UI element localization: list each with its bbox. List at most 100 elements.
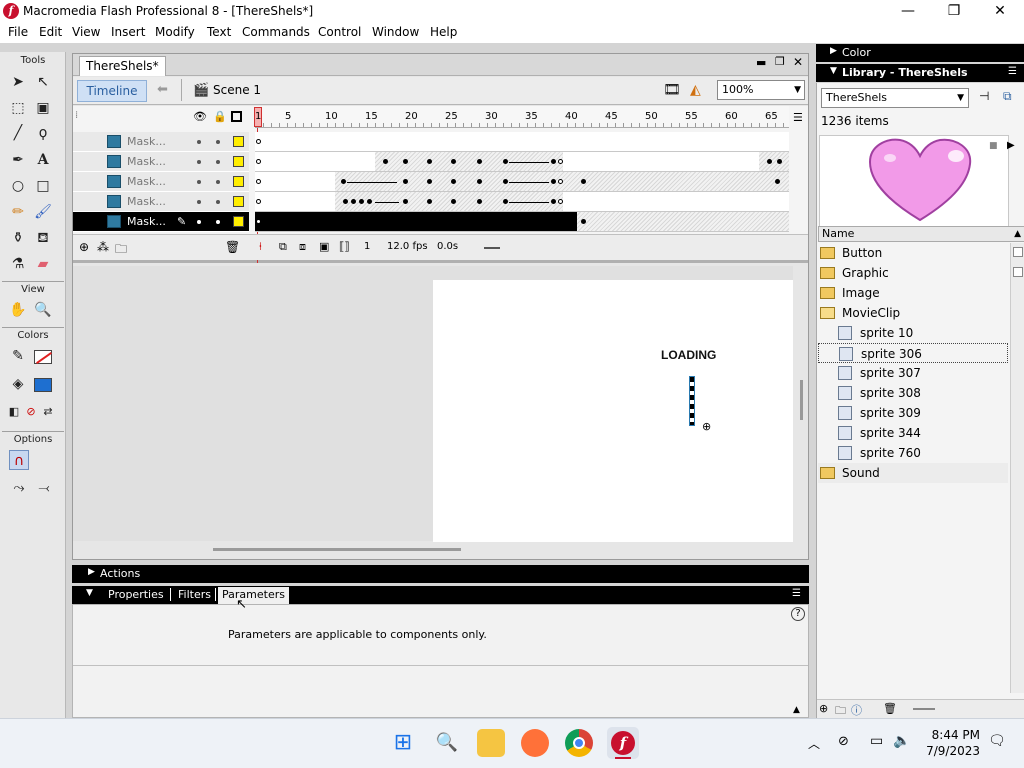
edit-multiple-frames-icon[interactable]: ▣	[319, 240, 329, 253]
eye-icon[interactable]: 👁	[193, 110, 207, 123]
doc-minimize-icon[interactable]: ▬	[756, 56, 766, 69]
outline-icon[interactable]	[231, 111, 242, 122]
frames-row[interactable]	[255, 152, 789, 172]
library-item[interactable]: sprite 308	[818, 383, 1008, 403]
insert-layer-icon[interactable]: ⊕	[79, 240, 89, 254]
keyframe[interactable]	[775, 179, 780, 184]
vertical-scrollbar[interactable]	[800, 380, 803, 420]
fill-transform-tool-icon[interactable]: ▣	[33, 98, 53, 118]
menu-control[interactable]: Control	[318, 25, 361, 39]
library-item[interactable]: Graphic	[818, 263, 1008, 283]
keyframe[interactable]	[256, 159, 261, 164]
keyframe[interactable]	[451, 179, 456, 184]
actions-panel-header[interactable]: ▶ Actions	[72, 565, 809, 583]
search-icon[interactable]: 🔍	[433, 729, 461, 757]
loading-text[interactable]: LOADING	[661, 348, 716, 362]
keyframe[interactable]	[256, 199, 261, 204]
back-arrow-icon[interactable]: ⬅	[157, 82, 168, 97]
maximize-button[interactable]: ❐	[931, 0, 977, 22]
menu-modify[interactable]: Modify	[155, 25, 195, 39]
smooth-icon[interactable]: ⤳	[9, 478, 29, 498]
outline-square[interactable]	[233, 176, 244, 187]
outline-square[interactable]	[233, 216, 244, 227]
stroke-color-icon[interactable]: ✎	[8, 346, 28, 366]
snap-magnet-icon[interactable]: ∩	[9, 450, 29, 470]
frames-row[interactable]	[255, 192, 789, 212]
swap-colors-icon[interactable]: ⇄	[38, 402, 58, 422]
eyedropper-tool-icon[interactable]: ⚗	[8, 254, 28, 274]
library-scrollbar[interactable]	[1010, 243, 1024, 693]
library-menu-icon[interactable]: ☰	[1008, 66, 1017, 77]
minimize-button[interactable]: —	[885, 0, 931, 22]
keyframe[interactable]	[367, 199, 372, 204]
keyframe[interactable]	[477, 159, 482, 164]
tab-filters[interactable]: Filters	[178, 588, 211, 601]
edit-symbols-icon[interactable]: ◭	[690, 82, 701, 98]
hand-tool-icon[interactable]: ✋	[8, 300, 28, 320]
horizontal-scrollbar[interactable]	[213, 548, 461, 551]
chevron-up-icon[interactable]: ︿	[808, 735, 820, 752]
onion-skin-icon[interactable]: ⧉	[279, 240, 287, 254]
display-icon[interactable]: ▭	[870, 733, 883, 749]
lock-dot[interactable]	[216, 200, 220, 204]
keyframe[interactable]	[341, 179, 346, 184]
library-item[interactable]: sprite 344	[818, 423, 1008, 443]
straighten-icon[interactable]: ⤙	[34, 478, 54, 498]
collapse-arrow-icon[interactable]: ▼	[86, 588, 93, 598]
tab-properties[interactable]: Properties	[108, 588, 164, 601]
properties-icon[interactable]: ⓘ	[851, 702, 862, 718]
fill-color-icon[interactable]: ◈	[8, 374, 28, 394]
rectangle-tool-icon[interactable]: □	[33, 176, 53, 196]
keyframe[interactable]	[767, 159, 772, 164]
visibility-dot[interactable]	[197, 160, 201, 164]
keyframe[interactable]	[451, 159, 456, 164]
pencil-tool-icon[interactable]: ✏	[8, 202, 28, 222]
system-clock[interactable]: 8:44 PM 7/9/2023	[926, 727, 980, 759]
keyframe[interactable]	[359, 199, 364, 204]
menu-help[interactable]: Help	[430, 25, 457, 39]
keyframe[interactable]	[256, 179, 261, 184]
collapse-up-icon[interactable]: ▲	[793, 705, 800, 715]
frames-row[interactable]	[255, 132, 789, 152]
windows-start-icon[interactable]: ⊞	[389, 729, 417, 757]
doc-close-icon[interactable]: ✕	[793, 55, 803, 69]
tab-parameters[interactable]: Parameters	[218, 587, 289, 604]
new-library-panel-icon[interactable]: ⧉	[1003, 89, 1012, 104]
preview-stop-icon[interactable]: ■	[989, 141, 998, 151]
lock-dot[interactable]	[216, 160, 220, 164]
menu-text[interactable]: Text	[207, 25, 231, 39]
layer-row-selected[interactable]: Mask... ✎	[73, 212, 249, 232]
volume-icon[interactable]: 🔈	[893, 733, 910, 749]
menu-file[interactable]: File	[8, 25, 28, 39]
pin-library-icon[interactable]: ⊣	[979, 89, 989, 103]
library-hscroll-thumb[interactable]	[913, 708, 935, 710]
file-explorer-icon[interactable]	[477, 729, 505, 757]
frames-row[interactable]	[255, 172, 789, 192]
delete-item-icon[interactable]: 🗑	[883, 702, 897, 715]
keyframe[interactable]	[581, 219, 586, 224]
eraser-tool-icon[interactable]: ▰	[33, 254, 53, 274]
oval-tool-icon[interactable]: ○	[8, 176, 28, 196]
doc-restore-icon[interactable]: ❐	[775, 55, 785, 68]
document-tab[interactable]: ThereShels*	[79, 56, 166, 76]
keyframe[interactable]	[427, 199, 432, 204]
scroll-button[interactable]	[1013, 267, 1023, 277]
menu-commands[interactable]: Commands	[242, 25, 310, 39]
library-item[interactable]: Button	[818, 243, 1008, 263]
fill-color-swatch[interactable]	[34, 378, 52, 392]
keyframe[interactable]	[451, 199, 456, 204]
keyframe[interactable]	[403, 179, 408, 184]
lock-dot[interactable]	[216, 140, 220, 144]
menu-view[interactable]: View	[72, 25, 100, 39]
keyframe[interactable]	[477, 179, 482, 184]
chrome-icon[interactable]	[565, 729, 593, 757]
keyframe[interactable]	[503, 199, 508, 204]
add-guide-layer-icon[interactable]: ⁂	[97, 240, 109, 254]
subselection-tool-icon[interactable]: ↖	[33, 72, 53, 92]
menu-insert[interactable]: Insert	[111, 25, 145, 39]
library-document-select[interactable]: ThereShels ▼	[821, 88, 969, 108]
preview-play-icon[interactable]: ▶	[1007, 140, 1015, 151]
keyframe[interactable]	[551, 179, 556, 184]
keyframe[interactable]	[427, 159, 432, 164]
keyframe[interactable]	[551, 199, 556, 204]
